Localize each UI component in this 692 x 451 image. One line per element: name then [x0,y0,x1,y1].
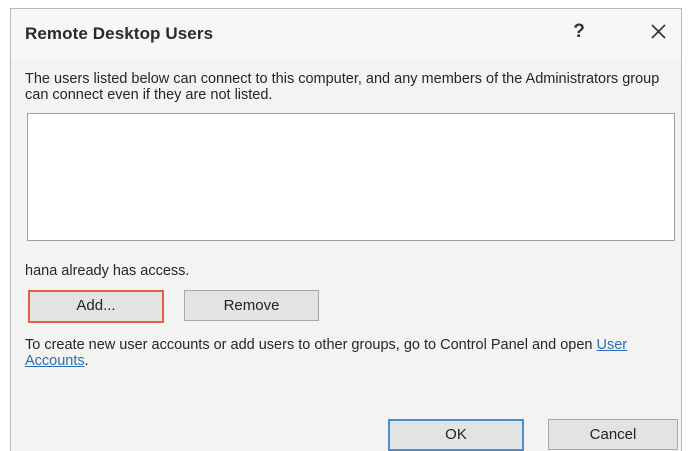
dialog-title: Remote Desktop Users [25,24,214,43]
remote-desktop-users-dialog: Remote Desktop Users ? The users listed … [10,8,682,451]
close-button[interactable] [644,18,674,46]
remove-button[interactable]: Remove [184,290,319,321]
user-list[interactable] [27,113,675,241]
close-icon [651,24,666,39]
help-button[interactable]: ? [567,21,591,43]
create-accounts-text: To create new user accounts or add users… [25,337,675,369]
intro-text: The users listed below can connect to th… [25,71,660,103]
title-bar: Remote Desktop Users ? [11,9,681,59]
ok-button[interactable]: OK [388,419,524,451]
access-status-text: hana already has access. [25,263,190,279]
cancel-button[interactable]: Cancel [548,419,678,450]
create-text-suffix: . [84,353,89,369]
create-text-prefix: To create new user accounts or add users… [25,337,597,353]
add-button[interactable]: Add... [28,290,164,323]
